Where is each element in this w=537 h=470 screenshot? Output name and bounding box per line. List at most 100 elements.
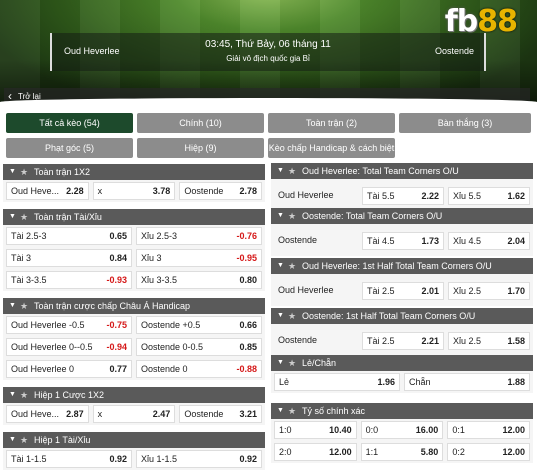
- collapse-icon[interactable]: ▼: [277, 308, 284, 324]
- odds-button[interactable]: Oud Heverlee -0.5 -0.75: [6, 316, 132, 334]
- odds-button[interactable]: Oud Heverlee 0--0.5 -0.94: [6, 338, 132, 356]
- market-header[interactable]: ▼ ★ Hiệp 1 Cược 1X2: [3, 387, 265, 403]
- odds-button[interactable]: 1:1 5.80: [360, 443, 444, 461]
- selection-label: Tài 2.5-3: [11, 231, 47, 241]
- collapse-icon[interactable]: ▼: [9, 432, 16, 448]
- favorite-star-icon[interactable]: ★: [288, 208, 296, 224]
- odds-value: 2.78: [239, 186, 257, 196]
- selection-label: Oud Heverlee 0--0.5: [11, 342, 93, 352]
- collapse-icon[interactable]: ▼: [277, 208, 284, 224]
- odds-button[interactable]: Xỉu 2.5 1.58: [448, 332, 530, 350]
- odds-button[interactable]: 0:2 12.00: [447, 443, 530, 461]
- favorite-star-icon[interactable]: ★: [20, 387, 28, 403]
- odds-value: 16.00: [415, 425, 439, 435]
- favorite-star-icon[interactable]: ★: [288, 163, 296, 179]
- collapse-icon[interactable]: ▼: [9, 164, 16, 180]
- collapse-icon[interactable]: ▼: [277, 258, 284, 274]
- odds-button[interactable]: Tài 1-1.5 0.92: [6, 450, 132, 468]
- odds-button[interactable]: Oud Heve... 2.28: [6, 182, 89, 200]
- tab-2[interactable]: Toàn trận (2): [268, 113, 395, 133]
- odds-button[interactable]: Tài 2.5 2.21: [362, 332, 444, 350]
- right-market-1: ▼ ★ Oostende: Total Team Corners O/U Oosten…: [271, 208, 533, 256]
- match-time: 03:45, Thứ Bảy, 06 tháng 11: [205, 39, 331, 50]
- collapse-icon[interactable]: ▼: [9, 387, 16, 403]
- odds-value: -0.95: [236, 253, 257, 263]
- market-header[interactable]: ▼ ★ Oud Heverlee: Total Team Corners O/U: [271, 163, 533, 179]
- odds-button[interactable]: Oostende +0.5 0.66: [136, 316, 262, 334]
- odds-button[interactable]: Tài 5.5 2.22: [362, 187, 444, 205]
- favorite-star-icon[interactable]: ★: [288, 355, 296, 371]
- collapse-icon[interactable]: ▼: [277, 403, 284, 419]
- favorite-star-icon[interactable]: ★: [288, 258, 296, 274]
- tab-1[interactable]: Chính (10): [137, 113, 264, 133]
- odds-button[interactable]: Xỉu 2.5 1.70: [448, 282, 530, 300]
- odds-value: 2.21: [421, 336, 439, 346]
- market-header[interactable]: ▼ ★ Tỷ số chính xác: [271, 403, 533, 419]
- odds-button[interactable]: Xỉu 5.5 1.62: [448, 187, 530, 205]
- market-header[interactable]: ▼ ★ Oud Heverlee: 1st Half Total Team Corn…: [271, 258, 533, 274]
- odds-button[interactable]: Lẻ 1.96: [274, 373, 400, 391]
- selection-label: Xỉu 4.5: [453, 236, 482, 246]
- tab-3[interactable]: Bàn thắng (3): [399, 113, 531, 133]
- market-header[interactable]: ▼ ★ Toàn trận Tài/Xỉu: [3, 209, 265, 225]
- odds-button[interactable]: Tài 3-3.5 -0.93: [6, 271, 132, 289]
- favorite-star-icon[interactable]: ★: [20, 432, 28, 448]
- odds-button[interactable]: Xỉu 3 -0.95: [136, 249, 262, 267]
- odds-value: -0.76: [236, 231, 257, 241]
- collapse-icon[interactable]: ▼: [9, 298, 16, 314]
- odds-button[interactable]: Tài 4.5 1.73: [362, 232, 444, 250]
- odds-button[interactable]: Chẵn 1.88: [404, 373, 530, 391]
- odds-button[interactable]: Xỉu 2.5-3 -0.76: [136, 227, 262, 245]
- favorite-star-icon[interactable]: ★: [288, 403, 296, 419]
- odds-button[interactable]: Xỉu 4.5 2.04: [448, 232, 530, 250]
- market-header[interactable]: ▼ ★ Lẻ/Chẵn: [271, 355, 533, 371]
- collapse-icon[interactable]: ▼: [277, 355, 284, 371]
- tab-5[interactable]: Hiệp (9): [137, 138, 264, 158]
- odds-button[interactable]: Xỉu 1-1.5 0.92: [136, 450, 262, 468]
- odds-value: 0.65: [109, 231, 127, 241]
- odds-page: fb88 Oud Heverlee 03:45, Thứ Bảy, 06 thá…: [0, 0, 537, 470]
- odds-button[interactable]: x 3.78: [92, 182, 176, 200]
- selection-label: Xỉu 2.5: [453, 286, 482, 296]
- odds-value: 0.84: [109, 253, 127, 263]
- tab-6[interactable]: Kèo chấp Handicap & cách biệt (1): [268, 138, 395, 173]
- odds-button[interactable]: 0:1 12.00: [447, 421, 530, 439]
- odds-value: 0.85: [239, 342, 257, 352]
- favorite-star-icon[interactable]: ★: [20, 298, 28, 314]
- odds-button[interactable]: Tài 3 0.84: [6, 249, 132, 267]
- odds-button[interactable]: Tài 2.5-3 0.65: [6, 227, 132, 245]
- odds-button[interactable]: Oostende 0-0.5 0.85: [136, 338, 262, 356]
- odds-button[interactable]: 0:0 16.00: [360, 421, 444, 439]
- odds-button[interactable]: Tài 2.5 2.01: [362, 282, 444, 300]
- market-title: Toàn trận Tài/Xỉu: [34, 212, 102, 222]
- odds-button[interactable]: 2:0 12.00: [274, 443, 357, 461]
- market-header[interactable]: ▼ ★ Hiệp 1 Tài/Xỉu: [3, 432, 265, 448]
- selection-label: Tài 2.5: [367, 286, 395, 296]
- odds-button[interactable]: Oostende 2.78: [179, 182, 262, 200]
- tab-0[interactable]: Tất cả kèo (54): [6, 113, 133, 133]
- odds-row: Oostende Tài 2.5 2.21 Xỉu 2.5 1.58: [271, 326, 533, 356]
- odds-value: 12.00: [502, 425, 525, 435]
- odds-button[interactable]: Oud Heverlee 0 0.77: [6, 360, 132, 378]
- collapse-icon[interactable]: ▼: [9, 209, 16, 225]
- favorite-star-icon[interactable]: ★: [20, 209, 28, 225]
- odds-button[interactable]: x 2.47: [92, 405, 176, 423]
- odds-button[interactable]: Oostende 3.21: [179, 405, 262, 423]
- odds-button[interactable]: 1:0 10.40: [274, 421, 357, 439]
- market-header[interactable]: ▼ ★ Toàn trận 1X2: [3, 164, 265, 180]
- favorite-star-icon[interactable]: ★: [288, 308, 296, 324]
- market-header[interactable]: ▼ ★ Oostende: 1st Half Total Team Corners …: [271, 308, 533, 324]
- selection-label: Xỉu 5.5: [453, 191, 482, 201]
- odds-button[interactable]: Oostende 0 -0.88: [136, 360, 262, 378]
- tab-4[interactable]: Phạt góc (5): [6, 138, 133, 158]
- odds-button[interactable]: Oud Heve... 2.87: [6, 405, 89, 423]
- left-market-4: ▼ ★ Hiệp 1 Tài/Xỉu Tài 1-1.5 0.92 Xỉu 1-1.5 0.…: [3, 432, 265, 470]
- odds-button[interactable]: Xỉu 3-3.5 0.80: [136, 271, 262, 289]
- selection-label: Tài 5.5: [367, 191, 395, 201]
- market-header[interactable]: ▼ ★ Oostende: Total Team Corners O/U: [271, 208, 533, 224]
- odds-value: 5.80: [420, 447, 439, 457]
- favorite-star-icon[interactable]: ★: [20, 164, 28, 180]
- odds-value: 1.58: [507, 336, 525, 346]
- market-header[interactable]: ▼ ★ Toàn trận cược chấp Châu Á Handicap: [3, 298, 265, 314]
- collapse-icon[interactable]: ▼: [277, 163, 284, 179]
